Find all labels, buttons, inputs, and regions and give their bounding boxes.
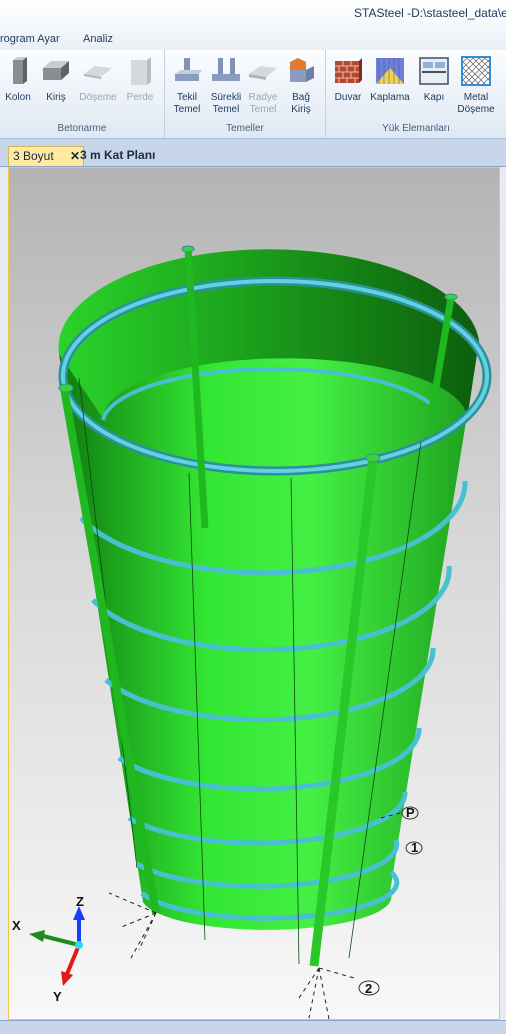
axis-x-label: X bbox=[12, 918, 21, 933]
column-icon bbox=[13, 57, 27, 84]
column-cap-front bbox=[365, 453, 381, 463]
bag-label-line1: Bağ bbox=[292, 92, 310, 103]
group-betonarme: Kolon Kiriş Döşeme Perde Betonarme bbox=[0, 50, 165, 138]
beam-icon bbox=[43, 61, 69, 80]
tie-beam-icon bbox=[290, 58, 314, 82]
column-cap-left bbox=[58, 383, 74, 393]
group-label-betonarme: Betonarme bbox=[57, 123, 107, 134]
tab-3m-kat-plani[interactable]: 3 m Kat Planı bbox=[76, 146, 159, 165]
strip-footing-icon bbox=[212, 58, 240, 81]
3d-viewport[interactable]: P 1 2 Z X Y bbox=[8, 167, 500, 1020]
tab-3-boyut-label: 3 Boyut bbox=[13, 149, 54, 163]
metal-deck-icon bbox=[461, 56, 491, 86]
perde-button[interactable]: Perde bbox=[120, 54, 160, 120]
column-cap-back-center bbox=[181, 245, 195, 253]
kapi-button[interactable]: Kapı bbox=[414, 54, 454, 120]
axis-triad: Z X Y bbox=[12, 894, 85, 1004]
metal-doseme-button[interactable]: Metal Döşeme bbox=[456, 54, 496, 120]
isolated-footing-icon bbox=[175, 58, 202, 81]
tekil-label-line2: Temel bbox=[173, 104, 201, 115]
group-label-yuk-elemanlari: Yük Elemanları bbox=[382, 123, 450, 134]
kiris-button[interactable]: Kiriş bbox=[36, 54, 76, 120]
axis-z-label: Z bbox=[76, 894, 84, 909]
group-yuk-elemanlari: Duvar Kaplama Kapı Metal Döşeme Yük Elema… bbox=[326, 50, 506, 138]
menu-analiz[interactable]: Analiz bbox=[83, 33, 113, 45]
menu-bar: rogram Ayar Analiz bbox=[0, 28, 506, 50]
ribbon: Kolon Kiriş Döşeme Perde Betonarme Tekil… bbox=[0, 50, 506, 139]
shear-wall-icon bbox=[131, 57, 151, 85]
metal-label-line2: Döşeme bbox=[457, 104, 495, 115]
metal-label-line1: Metal bbox=[463, 92, 489, 103]
grid-label-2: 2 bbox=[365, 981, 372, 996]
radye-label-line1: Radye bbox=[248, 92, 278, 103]
group-temeller: Tekil Temel Sürekli Temel Radye Temel Bağ Ki… bbox=[165, 50, 326, 138]
door-icon bbox=[419, 57, 449, 85]
metal-doseme-label: Metal Döşeme bbox=[450, 92, 502, 116]
group-label-temeller: Temeller bbox=[226, 123, 264, 134]
3d-model-canvas[interactable]: P 1 2 Z X Y bbox=[9, 168, 499, 1019]
slab-icon bbox=[84, 66, 112, 79]
bag-label-line2: Kiriş bbox=[291, 104, 311, 115]
tab-3-boyut[interactable]: 3 Boyut ✕ bbox=[8, 146, 84, 166]
kolon-button[interactable]: Kolon bbox=[0, 54, 38, 120]
brick-wall-icon bbox=[335, 58, 362, 83]
kaplama-button[interactable]: Kaplama bbox=[370, 54, 410, 120]
status-strip bbox=[0, 1020, 506, 1034]
bag-kiris-label: Bağ Kiriş bbox=[275, 92, 327, 116]
column-cap-back-right bbox=[444, 293, 458, 301]
title-bar: STASteel -D:\stasteel_data\eg bbox=[0, 0, 506, 28]
cladding-icon bbox=[376, 58, 404, 84]
menu-program-ayar[interactable]: rogram Ayar bbox=[0, 33, 60, 45]
bag-kiris-button[interactable]: Bağ Kiriş bbox=[281, 54, 321, 120]
grid-label-p: P bbox=[406, 805, 415, 820]
tekil-label-line1: Tekil bbox=[176, 92, 197, 103]
radye-label-line2: Temel bbox=[249, 104, 277, 115]
duvar-button[interactable]: Duvar bbox=[328, 54, 368, 120]
perde-label: Perde bbox=[126, 92, 154, 103]
window-title: STASteel -D:\stasteel_data\eg bbox=[354, 6, 506, 20]
axis-y-label: Y bbox=[53, 989, 62, 1004]
doseme-button[interactable]: Döşeme bbox=[78, 54, 118, 120]
surekli-label-line2: Temel bbox=[212, 104, 240, 115]
raft-foundation-icon bbox=[249, 66, 277, 80]
document-tabs: 3 Boyut ✕ 3 m Kat Planı bbox=[0, 139, 506, 167]
grid-label-1: 1 bbox=[411, 840, 418, 855]
